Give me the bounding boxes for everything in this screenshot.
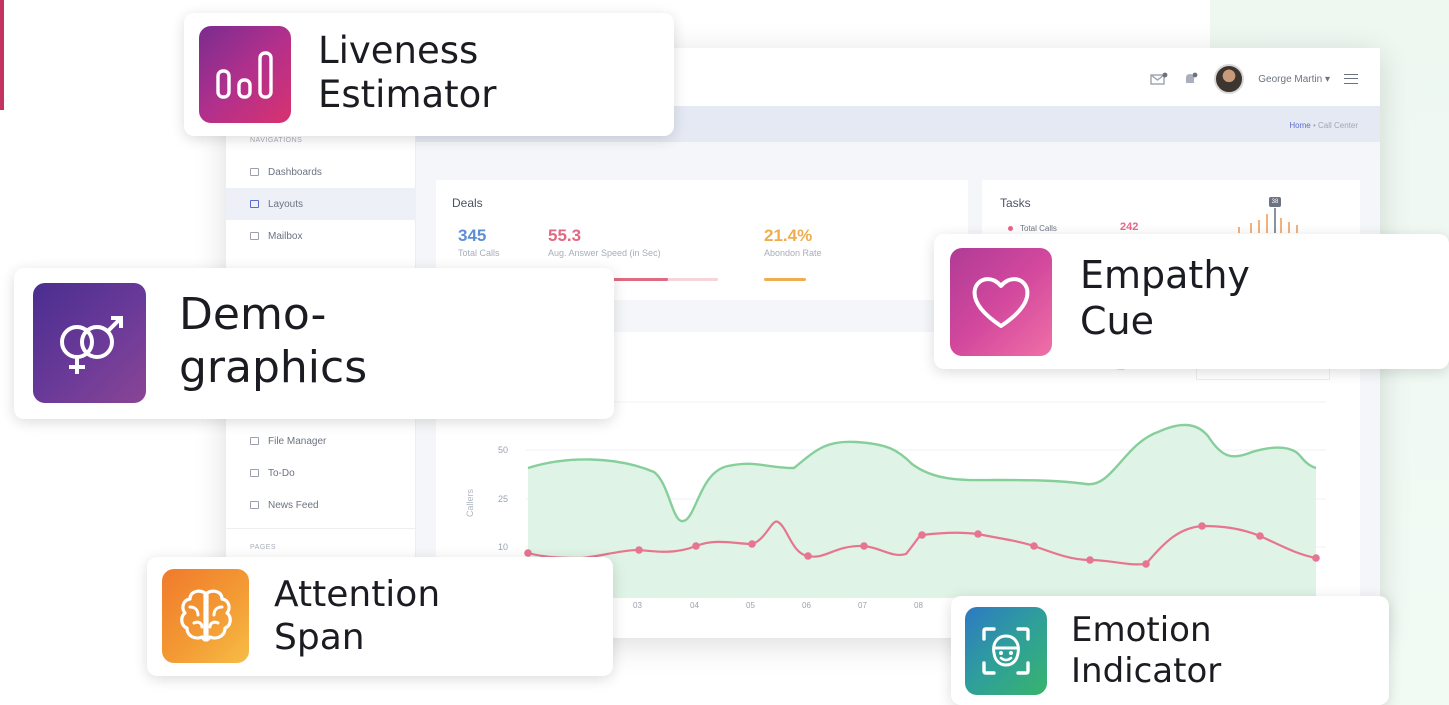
bar-chart-icon xyxy=(199,26,291,123)
total-calls-dot xyxy=(1008,226,1013,231)
deals-title: Deals xyxy=(452,196,483,210)
tasks-total-calls-label: Total Calls xyxy=(1020,224,1057,233)
x-tick-label: 08 xyxy=(914,601,923,610)
feature-card-emotion: Emotion Indicator xyxy=(951,596,1389,705)
sidebar-item-news-feed[interactable]: News Feed xyxy=(226,489,416,521)
tasks-total-calls-value: 242 xyxy=(1120,221,1139,233)
sidebar-item-label: File Manager xyxy=(268,435,327,447)
data-point xyxy=(524,549,532,557)
mail-icon[interactable] xyxy=(1150,72,1168,86)
data-point xyxy=(974,530,982,538)
sidebar-item-label: Mailbox xyxy=(268,230,303,242)
tasks-title: Tasks xyxy=(1000,196,1031,210)
stat-total-calls-label: Total Calls xyxy=(458,248,500,258)
feature-label: Liveness Estimator xyxy=(318,29,497,117)
y-tick-label: 50 xyxy=(498,445,508,455)
feature-label: Attention Span xyxy=(274,574,441,659)
mail-icon xyxy=(250,232,259,240)
stat-answer-speed-label: Aug. Answer Speed (in Sec) xyxy=(548,248,661,258)
green-area xyxy=(528,424,1316,598)
data-point xyxy=(748,540,756,548)
feature-card-demographics: Demo- graphics xyxy=(14,268,614,419)
breadcrumb: Home • Call Center xyxy=(1289,121,1358,130)
sidebar-item-layouts[interactable]: Layouts xyxy=(226,188,416,220)
hamburger-icon[interactable] xyxy=(1344,74,1358,84)
newspaper-icon xyxy=(250,501,259,509)
y-tick-label: 25 xyxy=(498,494,508,504)
sidebar-item-file-manager[interactable]: File Manager xyxy=(226,425,416,457)
face-scan-icon xyxy=(965,607,1047,695)
nav-heading-pages: PAGES xyxy=(250,544,277,551)
sidebar-item-dashboards[interactable]: Dashboards xyxy=(226,156,416,188)
feature-card-attention: Attention Span xyxy=(147,557,613,676)
user-menu[interactable]: George Martin ▾ xyxy=(1258,74,1330,85)
sidebar-item-label: To-Do xyxy=(268,467,295,479)
y-tick-label: 10 xyxy=(498,542,508,552)
header-actions: George Martin ▾ xyxy=(1150,64,1358,94)
stat-total-calls-value: 345 xyxy=(458,226,487,245)
x-tick-label: 07 xyxy=(858,601,867,610)
data-point xyxy=(1312,554,1320,562)
feature-label: Empathy Cue xyxy=(1080,253,1250,343)
mini-bar xyxy=(1266,214,1268,233)
x-tick-label: 05 xyxy=(746,601,755,610)
mini-bar xyxy=(1280,218,1282,233)
feature-label: Demo- graphics xyxy=(179,289,368,393)
mini-bar xyxy=(1250,223,1252,233)
feature-card-empathy: Empathy Cue xyxy=(934,234,1449,369)
feature-label: Emotion Indicator xyxy=(1071,610,1222,691)
data-point xyxy=(1086,556,1094,564)
data-point xyxy=(804,552,812,560)
sidebar-item-todo[interactable]: To-Do xyxy=(226,457,416,489)
brain-icon xyxy=(162,569,249,663)
sidebar-item-label: Dashboards xyxy=(268,166,322,178)
gender-icon xyxy=(33,283,146,403)
mini-chart-badge: 38 xyxy=(1269,197,1281,207)
layout-icon xyxy=(250,200,259,208)
sidebar-divider xyxy=(226,528,416,529)
mini-bar xyxy=(1238,227,1240,233)
data-point xyxy=(1198,522,1206,530)
heart-icon xyxy=(950,248,1052,356)
data-point xyxy=(635,546,643,554)
abandon-rate-bar xyxy=(764,278,806,281)
data-point xyxy=(1142,560,1150,568)
mini-bar xyxy=(1296,225,1298,233)
data-point xyxy=(918,531,926,539)
bell-icon[interactable] xyxy=(1182,72,1200,86)
data-point xyxy=(692,542,700,550)
breadcrumb-separator: • xyxy=(1312,121,1316,130)
stat-answer-speed-value: 55.3 xyxy=(548,226,582,245)
breadcrumb-home[interactable]: Home xyxy=(1289,121,1310,130)
sidebar-item-mailbox[interactable]: Mailbox xyxy=(226,220,416,252)
folder-icon xyxy=(250,437,259,445)
stat-abandon-rate-value: 21.4% xyxy=(764,226,813,245)
mini-bar xyxy=(1258,220,1260,233)
x-tick-label: 04 xyxy=(690,601,699,610)
avatar[interactable] xyxy=(1214,64,1245,94)
sidebar-item-label: News Feed xyxy=(268,499,319,511)
grid-icon xyxy=(250,168,259,176)
stat-abandon-rate-label: Abondon Rate xyxy=(764,248,822,258)
breadcrumb-current: Call Center xyxy=(1317,121,1358,130)
feature-card-liveness: Liveness Estimator xyxy=(184,13,674,136)
y-axis-label: Callers xyxy=(465,488,475,517)
sidebar-item-label: Layouts xyxy=(268,198,304,210)
mini-bar-highlight xyxy=(1274,208,1276,233)
x-tick-label: 03 xyxy=(633,601,642,610)
edge-accent-bar xyxy=(0,0,4,110)
mini-bar xyxy=(1288,222,1290,233)
data-point xyxy=(1030,542,1038,550)
x-tick-label: 06 xyxy=(802,601,811,610)
data-point xyxy=(860,542,868,550)
data-point xyxy=(1256,532,1264,540)
nav-heading-navigations: NAVIGATIONS xyxy=(250,137,303,144)
clipboard-icon xyxy=(250,469,259,477)
